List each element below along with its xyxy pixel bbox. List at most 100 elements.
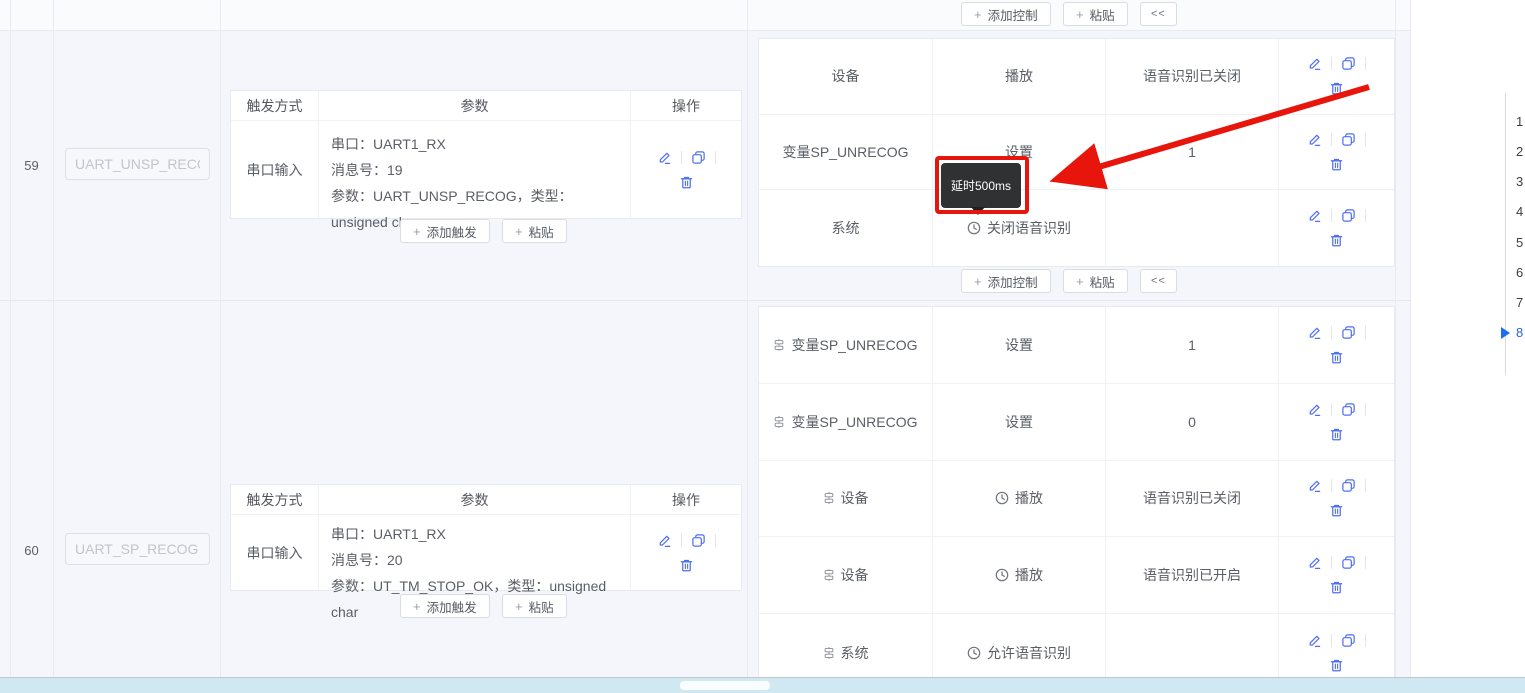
icon-separator [1365,479,1366,492]
trash-icon[interactable] [1329,658,1344,673]
column-header-trigger-type: 触发方式 [231,485,319,515]
grid-line [10,0,11,677]
plus-icon: + [1076,274,1084,289]
column-header-ops: 操作 [631,91,741,121]
paste-trigger-button[interactable]: + 粘贴 [502,219,567,243]
icon-separator [1331,403,1332,416]
uart-config-page: + 添加控制 + 粘贴 << 59 触发方式 参数 操作 串口输入 串口：UAR… [0,0,1525,693]
nav-item-6[interactable]: 6 [1516,265,1525,281]
copy-icon[interactable] [691,150,706,165]
paste-button[interactable]: + 粘贴 [1063,269,1128,293]
icon-separator [1331,209,1332,222]
copy-icon[interactable] [1341,555,1356,570]
add-control-button[interactable]: + 添加控制 [961,2,1051,26]
param-msg-id: 消息号：20 [331,552,403,568]
paste-label: 粘贴 [1090,5,1115,24]
icon-separator [1331,57,1332,70]
horizontal-scrollbar-thumb[interactable] [680,681,770,690]
icon-separator [1365,556,1366,569]
trigger-type-cell: 串口输入 [231,121,319,218]
trigger-name-input[interactable] [65,148,210,180]
control-param-cell: 语音识别已开启 [1106,537,1279,614]
trash-icon[interactable] [1329,580,1344,595]
copy-icon[interactable] [1341,325,1356,340]
control-ops-cell [1279,461,1394,538]
plus-icon: + [1076,7,1084,22]
edit-icon[interactable] [1307,208,1322,223]
trash-icon[interactable] [1329,157,1344,172]
edit-icon[interactable] [1307,325,1322,340]
column-header-params: 参数 [319,485,631,515]
icon-separator [1365,634,1366,647]
icon-separator [1331,634,1332,647]
edit-icon[interactable] [1307,633,1322,648]
edit-icon[interactable] [657,150,672,165]
trigger-params-cell: 串口：UART1_RX消息号：19参数：UART_UNSP_RECOG，类型：u… [319,121,631,218]
copy-icon[interactable] [1341,132,1356,147]
row-number: 59 [10,158,53,173]
control-ops-cell [1279,115,1394,191]
add-control-button[interactable]: + 添加控制 [961,269,1051,293]
trigger-name-input[interactable] [65,533,210,565]
paste-button[interactable]: + 粘贴 [1063,2,1128,26]
control-target-cell: 设备 [759,461,933,538]
edit-icon[interactable] [1307,56,1322,71]
trash-icon[interactable] [1329,233,1344,248]
copy-icon[interactable] [1341,402,1356,417]
icon-separator [1365,326,1366,339]
annotation-highlight-box [935,156,1029,214]
copy-icon[interactable] [1341,208,1356,223]
clock-icon[interactable] [967,221,981,235]
icon-separator [681,534,682,547]
previous-row-band [0,0,1410,31]
nav-item-3[interactable]: 3 [1516,174,1525,190]
grid-line [53,0,54,677]
collapse-button[interactable]: << [1140,269,1177,293]
clock-icon[interactable] [995,491,1009,505]
control-ops-cell [1279,307,1394,384]
edit-icon[interactable] [657,533,672,548]
trash-icon[interactable] [1329,503,1344,518]
horizontal-scrollbar-track[interactable] [0,678,1525,693]
nav-item-2[interactable]: 2 [1516,144,1525,160]
control-ops-cell [1279,39,1394,115]
trash-icon[interactable] [1329,427,1344,442]
copy-icon[interactable] [1341,478,1356,493]
control-target-label: 变量SP_UNRECOG [791,335,917,355]
trash-icon[interactable] [679,175,694,190]
nav-item-4[interactable]: 4 [1516,204,1525,220]
edit-icon[interactable] [1307,555,1322,570]
collapse-button[interactable]: << [1140,2,1177,26]
copy-icon[interactable] [691,533,706,548]
trash-icon[interactable] [1329,81,1344,96]
add-trigger-button[interactable]: + 添加触发 [400,594,490,618]
control-target-cell: 设备 [759,537,933,614]
param-serial: 串口：UART1_RX [331,136,446,152]
trigger-type-cell: 串口输入 [231,515,319,590]
control-target-label: 系统 [841,643,869,663]
trash-icon[interactable] [679,558,694,573]
edit-icon[interactable] [1307,132,1322,147]
nav-item-1[interactable]: 1 [1516,114,1525,130]
edit-icon[interactable] [1307,402,1322,417]
plus-icon: + [974,274,982,289]
plus-icon: + [974,7,982,22]
nav-item-8-active[interactable]: 8 [1516,325,1525,341]
plus-icon: + [413,599,421,614]
copy-icon[interactable] [1341,633,1356,648]
clock-icon[interactable] [995,568,1009,582]
icon-separator [1365,57,1366,70]
copy-icon[interactable] [1341,56,1356,71]
nav-item-5[interactable]: 5 [1516,235,1525,251]
add-trigger-button[interactable]: + 添加触发 [400,219,490,243]
trash-icon[interactable] [1329,350,1344,365]
column-header-trigger-type: 触发方式 [231,91,319,121]
icon-separator [681,151,682,164]
control-action-label: 播放 [1015,565,1043,585]
paste-trigger-button[interactable]: + 粘贴 [502,594,567,618]
control-action-cell: 播放 [933,39,1106,115]
clock-icon[interactable] [967,646,981,660]
grid-line [747,0,748,677]
nav-item-7[interactable]: 7 [1516,295,1525,311]
edit-icon[interactable] [1307,478,1322,493]
